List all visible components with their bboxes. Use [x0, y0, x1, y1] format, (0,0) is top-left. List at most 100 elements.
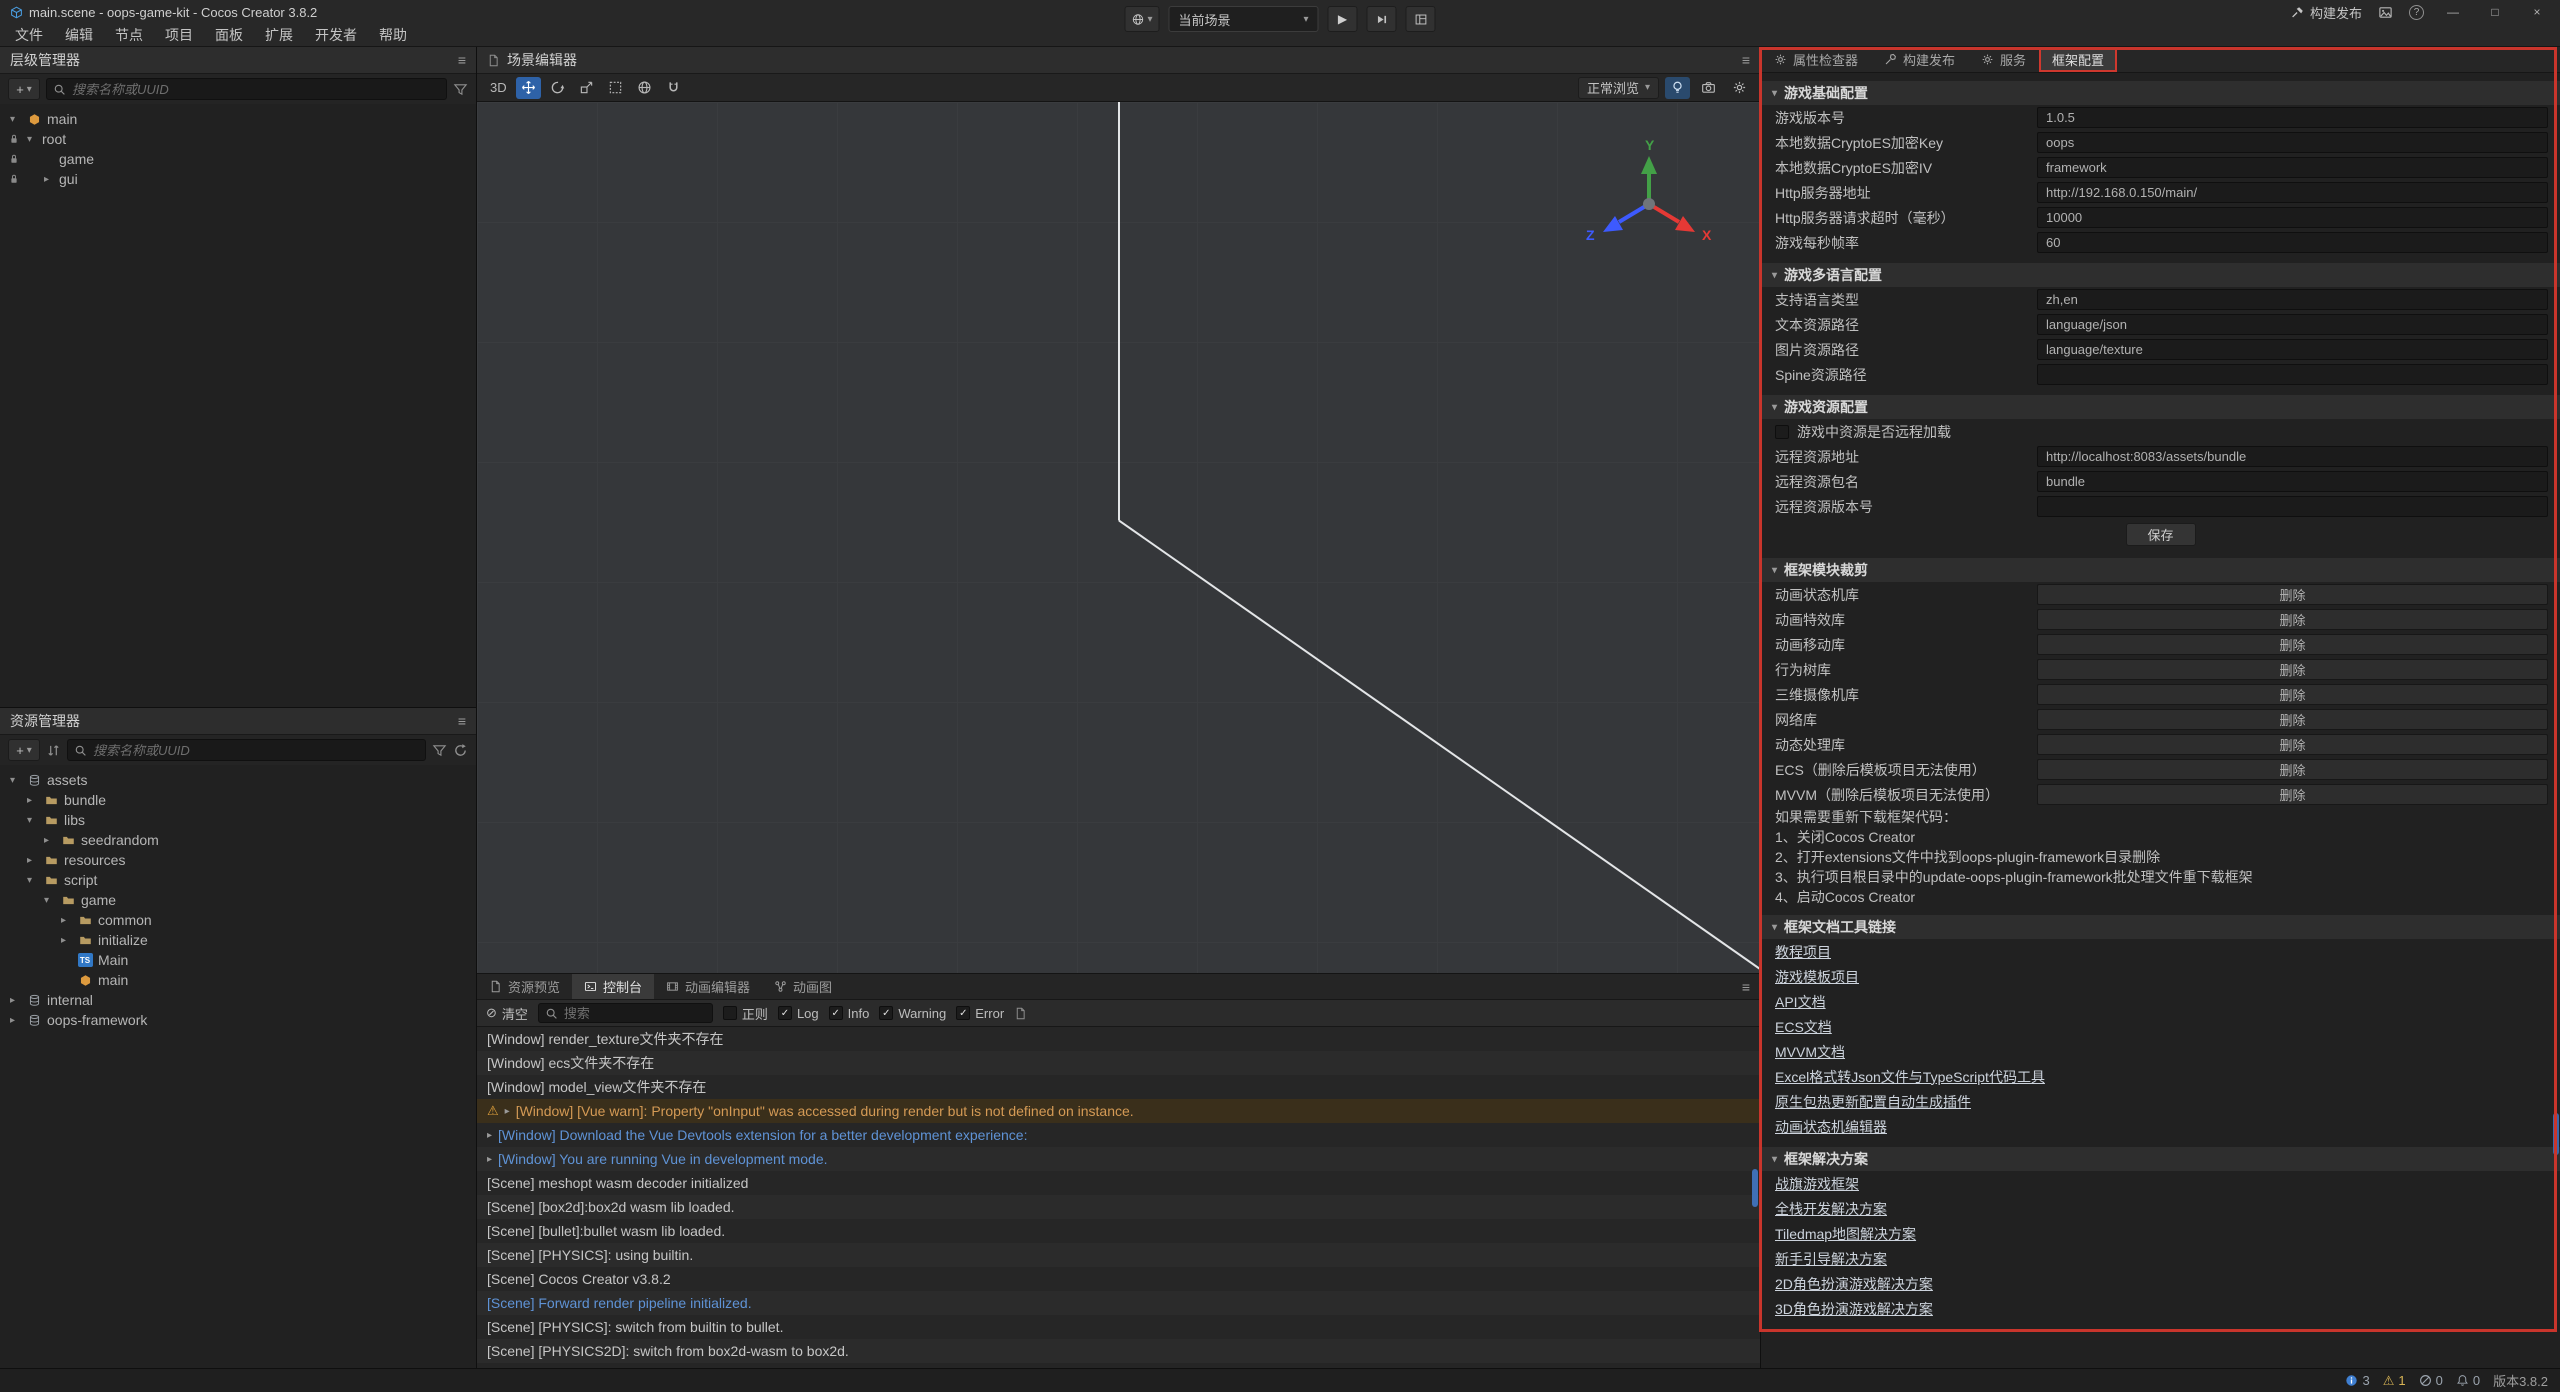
doc-link-tutorial[interactable]: 教程项目 — [1775, 942, 1831, 962]
sort-icon[interactable] — [46, 743, 61, 758]
doc-link-animator-editor[interactable]: 动画状态机编辑器 — [1775, 1117, 1887, 1137]
expand-log-icon[interactable]: ▸ — [487, 1130, 492, 1141]
collapse-arrow-icon[interactable]: ▸ — [10, 1015, 25, 1026]
languages-input[interactable] — [2037, 289, 2548, 310]
build-publish-button[interactable]: 构建发布 — [2291, 3, 2362, 22]
log-row-info[interactable]: ▸ [Window] You are running Vue in develo… — [477, 1147, 1760, 1171]
rect-tool-button[interactable] — [603, 77, 628, 99]
lock-icon[interactable] — [8, 153, 20, 165]
create-asset-button[interactable]: + ▾ — [8, 739, 40, 761]
maximize-button[interactable]: □ — [2482, 5, 2508, 19]
doc-link-hotupdate-plugin[interactable]: 原生包热更新配置自动生成插件 — [1775, 1092, 1971, 1112]
expand-log-icon[interactable]: ▸ — [487, 1154, 492, 1165]
menu-help[interactable]: 帮助 — [368, 24, 418, 47]
menu-node[interactable]: 节点 — [104, 24, 154, 47]
snap-settings-button[interactable] — [661, 77, 686, 99]
menu-developer[interactable]: 开发者 — [304, 24, 368, 47]
section-solutions[interactable]: ▾ 框架解决方案 — [1761, 1147, 2560, 1171]
assets-search-input[interactable] — [93, 743, 419, 758]
asset-node-internal[interactable]: ▸ internal — [0, 990, 476, 1010]
asset-node-oops-framework[interactable]: ▸ oops-framework — [0, 1010, 476, 1030]
move-tool-button[interactable] — [516, 77, 541, 99]
asset-node-assets[interactable]: ▾ assets — [0, 770, 476, 790]
step-button[interactable] — [1367, 6, 1397, 32]
collapse-arrow-icon[interactable]: ▸ — [44, 174, 59, 185]
tab-framework-config[interactable]: 框架配置 — [2039, 47, 2117, 72]
doc-link-api[interactable]: API文档 — [1775, 992, 1826, 1012]
doc-link-template[interactable]: 游戏模板项目 — [1775, 967, 1859, 987]
log-row-info[interactable]: ▸ [Window] Download the Vue Devtools ext… — [477, 1123, 1760, 1147]
delete-module-button[interactable]: 删除 — [2037, 734, 2548, 755]
section-language-config[interactable]: ▾ 游戏多语言配置 — [1761, 263, 2560, 287]
tab-asset-preview[interactable]: 资源预览 — [477, 974, 572, 999]
scene-settings-button[interactable] — [1727, 77, 1752, 99]
filter-warning-checkbox[interactable]: ✓ Warning — [879, 1006, 946, 1021]
scene-camera-button[interactable] — [1696, 77, 1721, 99]
help-icon[interactable]: ? — [2409, 5, 2424, 20]
tab-animation-graph[interactable]: 动画图 — [762, 974, 844, 999]
delete-module-button[interactable]: 删除 — [2037, 684, 2548, 705]
tab-property-inspector[interactable]: 属性检查器 — [1761, 47, 1871, 72]
minimize-button[interactable]: — — [2440, 5, 2466, 19]
http-server-input[interactable] — [2037, 182, 2548, 203]
doc-link-ecs[interactable]: ECS文档 — [1775, 1017, 1832, 1037]
asset-node-main-scene[interactable]: main — [0, 970, 476, 990]
tab-animation-editor[interactable]: 动画编辑器 — [654, 974, 762, 999]
hierarchy-search-input[interactable] — [72, 82, 440, 97]
rotate-tool-button[interactable] — [545, 77, 570, 99]
hierarchy-node-gui[interactable]: ▸ gui — [0, 169, 476, 189]
delete-module-button[interactable]: 删除 — [2037, 659, 2548, 680]
expand-arrow-icon[interactable]: ▾ — [10, 114, 25, 125]
hierarchy-node-root[interactable]: ▾ root — [0, 129, 476, 149]
asset-node-seedrandom[interactable]: ▸ seedrandom — [0, 830, 476, 850]
refresh-icon[interactable] — [453, 743, 468, 758]
delete-module-button[interactable]: 删除 — [2037, 759, 2548, 780]
scene-light-toggle[interactable] — [1665, 77, 1690, 99]
collapse-arrow-icon[interactable]: ▸ — [27, 795, 42, 806]
scene-viewport[interactable]: Y X Z — [477, 102, 1760, 973]
save-button[interactable]: 保存 — [2126, 523, 2196, 546]
gizmo-x-label[interactable]: X — [1702, 227, 1712, 243]
crypto-key-input[interactable] — [2037, 132, 2548, 153]
frame-rate-input[interactable] — [2037, 232, 2548, 253]
tab-service[interactable]: 服务 — [1968, 47, 2039, 72]
collapse-arrow-icon[interactable]: ▸ — [44, 835, 59, 846]
collapse-arrow-icon[interactable]: ▸ — [10, 995, 25, 1006]
texture-path-input[interactable] — [2037, 339, 2548, 360]
assets-filter-icon[interactable] — [432, 743, 447, 758]
tab-console[interactable]: 控制台 — [572, 974, 654, 999]
asset-node-script[interactable]: ▾ script — [0, 870, 476, 890]
expand-arrow-icon[interactable]: ▾ — [44, 895, 59, 906]
asset-node-bundle[interactable]: ▸ bundle — [0, 790, 476, 810]
remote-load-checkbox[interactable] — [1775, 425, 1789, 439]
solution-link-guide[interactable]: 新手引导解决方案 — [1775, 1249, 1887, 1269]
preview-platform-button[interactable]: ▾ — [1124, 6, 1159, 32]
section-resource-config[interactable]: ▾ 游戏资源配置 — [1761, 395, 2560, 419]
spine-path-input[interactable] — [2037, 364, 2548, 385]
solution-link-chess[interactable]: 战旗游戏框架 — [1775, 1174, 1859, 1194]
scale-tool-button[interactable] — [574, 77, 599, 99]
menu-extension[interactable]: 扩展 — [254, 24, 304, 47]
hierarchy-node-main[interactable]: ▾ main — [0, 109, 476, 129]
console-scrollbar-thumb[interactable] — [1752, 1169, 1758, 1207]
asset-node-libs[interactable]: ▾ libs — [0, 810, 476, 830]
menu-edit[interactable]: 编辑 — [54, 24, 104, 47]
remote-url-input[interactable] — [2037, 446, 2548, 467]
doc-link-excel-tool[interactable]: Excel格式转Json文件与TypeScript代码工具 — [1775, 1067, 2045, 1087]
regex-checkbox[interactable]: 正则 — [723, 1004, 768, 1023]
expand-arrow-icon[interactable]: ▾ — [27, 815, 42, 826]
delete-module-button[interactable]: 删除 — [2037, 609, 2548, 630]
asset-node-initialize[interactable]: ▸ initialize — [0, 930, 476, 950]
console-menu-icon[interactable]: ≡ — [1742, 979, 1750, 995]
solution-link-fullstack[interactable]: 全栈开发解决方案 — [1775, 1199, 1887, 1219]
gizmo-z-label[interactable]: Z — [1586, 227, 1595, 243]
inspector-scrollbar-thumb[interactable] — [2553, 1113, 2559, 1155]
expand-arrow-icon[interactable]: ▾ — [10, 775, 25, 786]
doc-link-mvvm[interactable]: MVVM文档 — [1775, 1042, 1845, 1062]
game-version-input[interactable] — [2037, 107, 2548, 128]
section-doc-links[interactable]: ▾ 框架文档工具链接 — [1761, 915, 2560, 939]
remote-bundle-input[interactable] — [2037, 471, 2548, 492]
delete-module-button[interactable]: 删除 — [2037, 634, 2548, 655]
asset-node-main-ts[interactable]: TS Main — [0, 950, 476, 970]
crypto-iv-input[interactable] — [2037, 157, 2548, 178]
